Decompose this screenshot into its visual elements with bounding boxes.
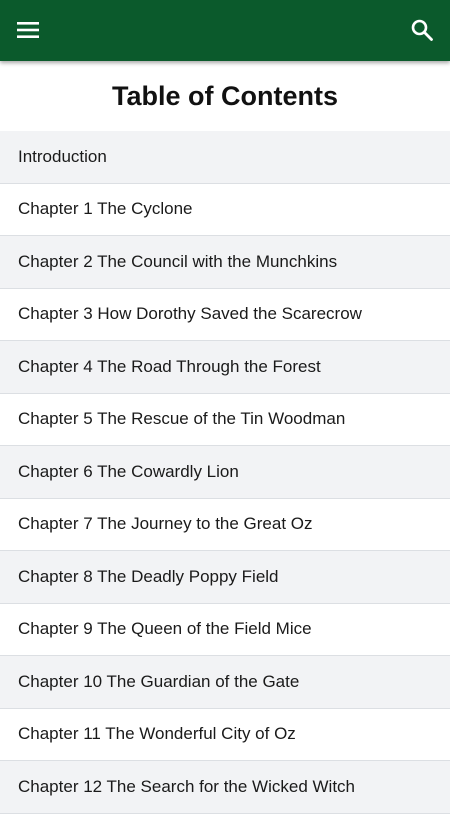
search-icon — [411, 19, 433, 41]
toc-item-chapter-6[interactable]: Chapter 6 The Cowardly Lion — [0, 446, 450, 499]
page-title: Table of Contents — [112, 80, 338, 111]
toc-list: Introduction Chapter 1 The Cyclone Chapt… — [0, 131, 450, 814]
toc-item-chapter-7[interactable]: Chapter 7 The Journey to the Great Oz — [0, 499, 450, 551]
toc-item-introduction[interactable]: Introduction — [0, 131, 450, 184]
menu-button[interactable] — [10, 12, 46, 48]
search-button[interactable] — [404, 12, 440, 48]
toc-item-chapter-10[interactable]: Chapter 10 The Guardian of the Gate — [0, 656, 450, 709]
toc-item-chapter-2[interactable]: Chapter 2 The Council with the Munchkins — [0, 236, 450, 289]
toc-item-chapter-3[interactable]: Chapter 3 How Dorothy Saved the Scarecro… — [0, 289, 450, 341]
toc-item-chapter-1[interactable]: Chapter 1 The Cyclone — [0, 184, 450, 236]
toc-item-chapter-8[interactable]: Chapter 8 The Deadly Poppy Field — [0, 551, 450, 604]
toc-item-chapter-9[interactable]: Chapter 9 The Queen of the Field Mice — [0, 604, 450, 656]
app-bar — [0, 0, 450, 61]
toc-item-chapter-5[interactable]: Chapter 5 The Rescue of the Tin Woodman — [0, 394, 450, 446]
toc-item-chapter-4[interactable]: Chapter 4 The Road Through the Forest — [0, 341, 450, 394]
toc-item-chapter-12[interactable]: Chapter 12 The Search for the Wicked Wit… — [0, 761, 450, 814]
hamburger-menu-icon — [17, 22, 39, 38]
toc-item-chapter-11[interactable]: Chapter 11 The Wonderful City of Oz — [0, 709, 450, 761]
